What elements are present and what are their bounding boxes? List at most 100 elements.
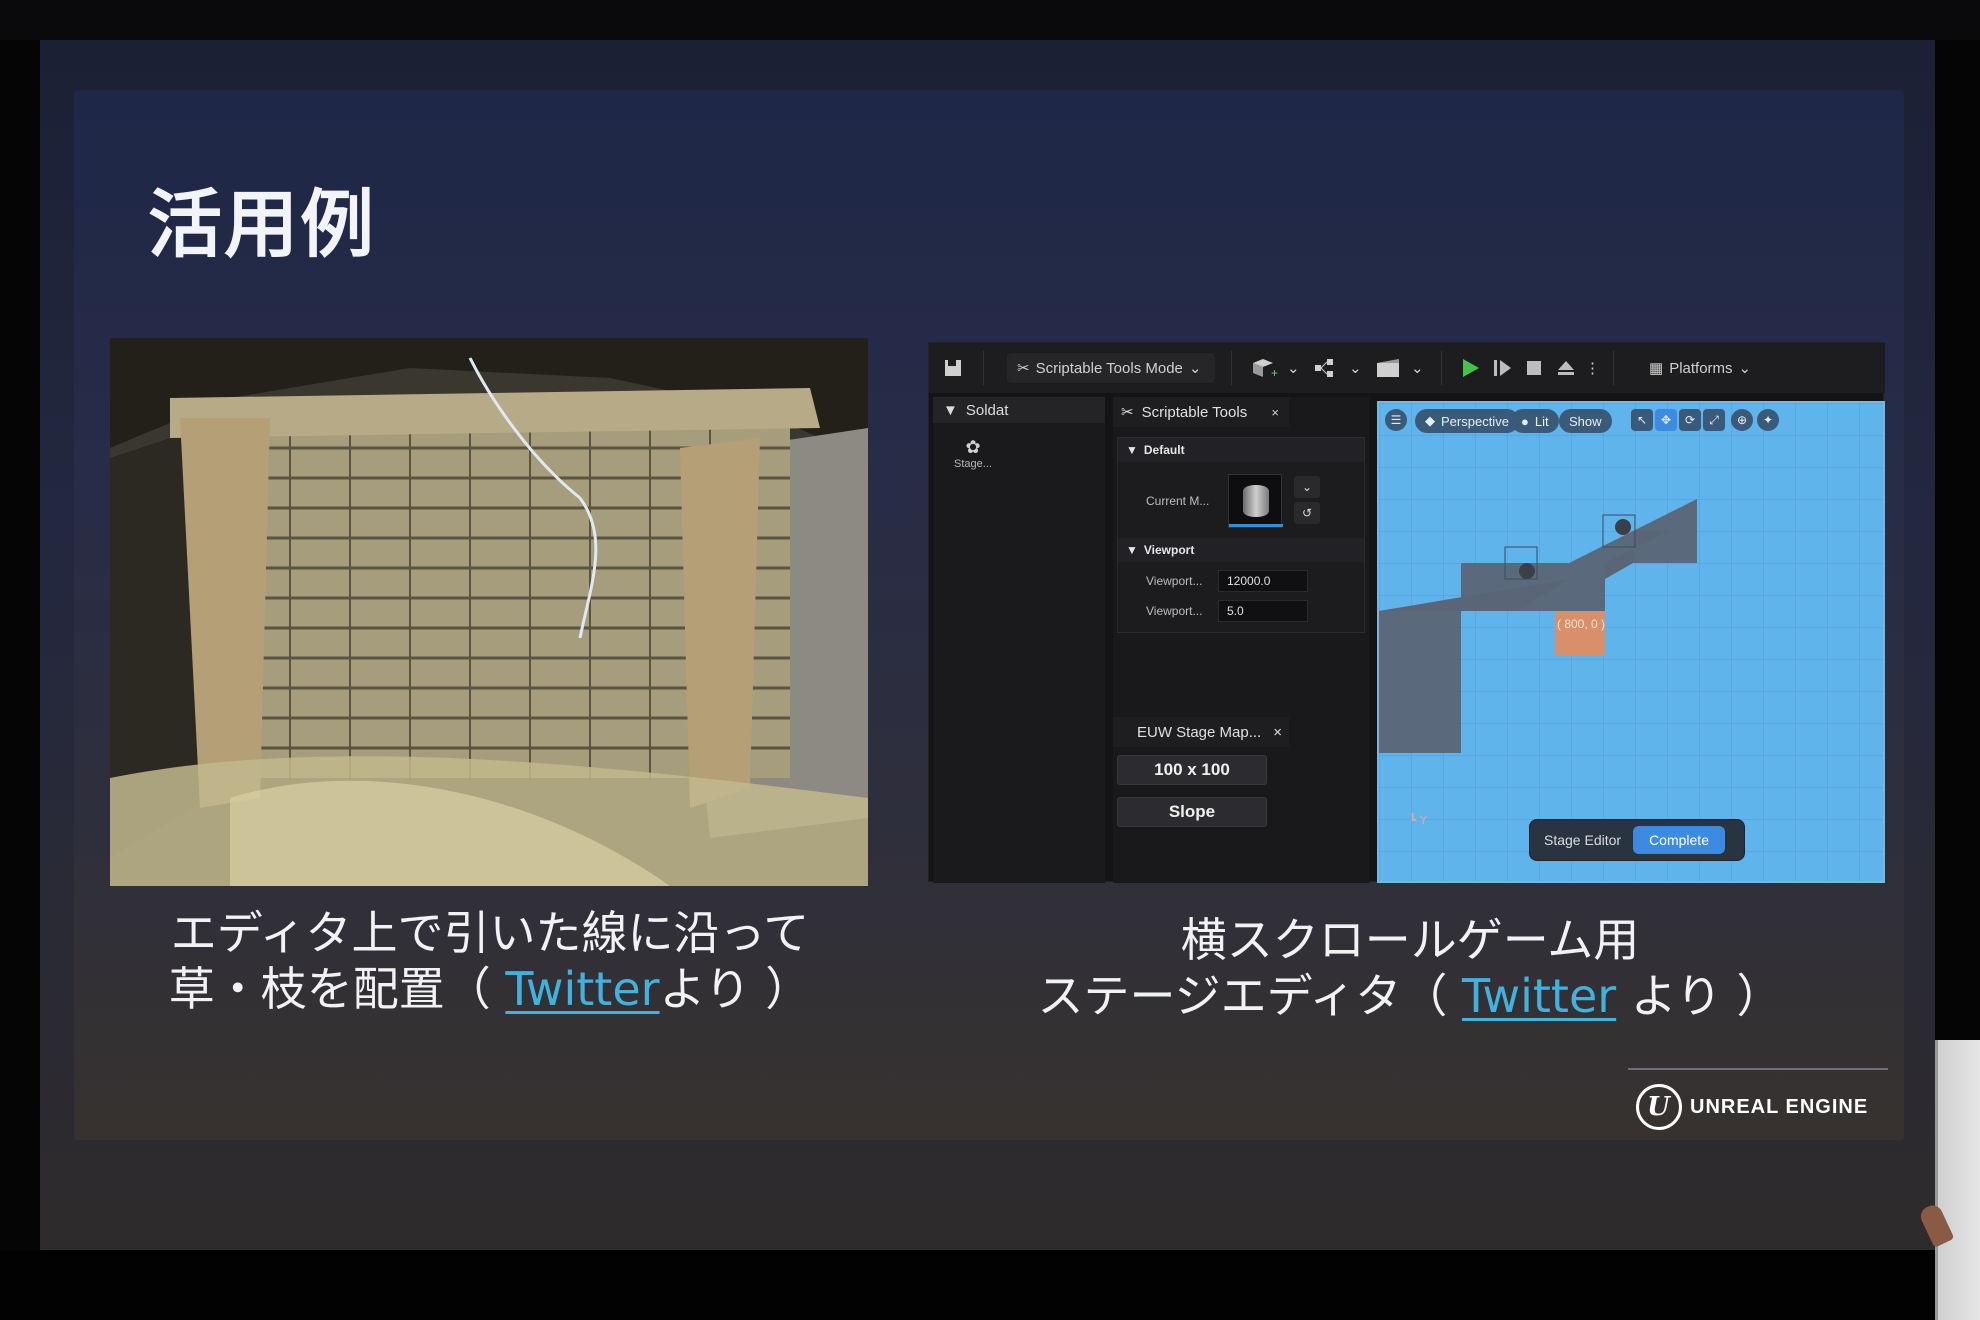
- details-section: ▼ Default Current M... ⌄ ↺ ▼ Viewport Vi…: [1117, 437, 1365, 633]
- axis-icon: ┗: [1409, 813, 1417, 827]
- platforms-button[interactable]: ▦ Platforms ⌄: [1649, 353, 1751, 383]
- eject-icon[interactable]: [1555, 353, 1577, 383]
- more-options-icon[interactable]: ⋮: [1585, 353, 1600, 383]
- stage-item-icon: ✿: [965, 437, 981, 457]
- euw-stage-map-tab[interactable]: EUW Stage Map... ×: [1113, 717, 1289, 747]
- toolbar: ✂ Scriptable Tools Mode ⌄ + ⌄ ⌄ ⌄ ⋮ ▦ Pl…: [929, 343, 1885, 393]
- podium: [1935, 1040, 1980, 1320]
- right-caption: 横スクロールゲーム用 ステージエディタ（ Twitter より ）: [990, 912, 1830, 1024]
- room-ceiling: [0, 0, 1980, 40]
- stage-item[interactable]: ✿ Stage...: [943, 437, 1003, 470]
- level-viewport[interactable]: ☰ ◆ Perspective ● Lit Show ↖ ✥ ⟳ ⤢ ⊕ ✦ (…: [1377, 401, 1885, 883]
- add-actor-icon[interactable]: + ⌄: [1251, 353, 1300, 383]
- stage-floor: [0, 1250, 1980, 1320]
- left-caption-line2: 草・枝を配置（ Twitterより ）: [110, 961, 870, 1017]
- euw-tab-label: EUW Stage Map...: [1137, 723, 1262, 741]
- axis-label: Y: [1419, 813, 1428, 827]
- complete-button[interactable]: Complete: [1633, 826, 1725, 854]
- svg-text:+: +: [1271, 366, 1278, 379]
- right-caption-suffix: より ）: [1616, 969, 1783, 1023]
- left-caption: エディタ上で引いた線に沿って 草・枝を配置（ Twitterより ）: [110, 905, 870, 1017]
- right-caption-prefix: ステージエディタ（: [1037, 969, 1462, 1023]
- stage-grid: [1379, 403, 1883, 881]
- section-default-label: Default: [1143, 443, 1185, 457]
- stage-editor-screenshot: ✂ Scriptable Tools Mode ⌄ + ⌄ ⌄ ⌄ ⋮ ▦ Pl…: [928, 342, 1885, 883]
- lit-icon: ●: [1521, 413, 1529, 429]
- viewport-prop-1-input[interactable]: 12000.0: [1218, 570, 1308, 592]
- stop-icon[interactable]: [1523, 353, 1545, 383]
- snap-icon[interactable]: ✦: [1757, 409, 1779, 431]
- scriptable-tools-tab-label: Scriptable Tools: [1141, 403, 1248, 421]
- section-viewport-label: Viewport: [1143, 543, 1195, 557]
- tools-icon: ✂: [1017, 360, 1030, 377]
- viewport-prop-2-input[interactable]: 5.0: [1218, 600, 1308, 622]
- logo-text: UNREAL ENGINE: [1690, 1095, 1869, 1118]
- viewport-prop-2: Viewport... 5.0: [1118, 600, 1364, 622]
- scriptable-tools-panel: ✂ Scriptable Tools × ▼ Default Current M…: [1113, 397, 1369, 883]
- slide-title: 活用例: [148, 182, 376, 268]
- size-100x100-button[interactable]: 100 x 100: [1117, 755, 1267, 785]
- coordinate-readout: ( 800, 0 ): [1557, 617, 1606, 631]
- left-caption-suffix: より ）: [659, 962, 812, 1016]
- unreal-engine-logo: U UNREAL ENGINE: [1636, 1084, 1868, 1130]
- show-button[interactable]: Show: [1559, 409, 1612, 433]
- axis-gizmo: ┗ Y: [1409, 813, 1427, 827]
- viewport-prop-2-label: Viewport...: [1146, 604, 1203, 618]
- chevron-down-icon: ⌄: [1738, 360, 1752, 377]
- left-caption-prefix: 草・枝を配置（: [168, 962, 506, 1016]
- twitter-link-right[interactable]: Twitter: [1462, 969, 1616, 1023]
- cube-icon: ◆: [1425, 413, 1435, 428]
- show-label: Show: [1569, 413, 1602, 429]
- stage-item-label: Stage...: [954, 458, 992, 470]
- close-icon[interactable]: ×: [1273, 724, 1282, 741]
- world-icon[interactable]: ⊕: [1731, 409, 1753, 431]
- left-caption-line1: エディタ上で引いた線に沿って: [170, 906, 810, 960]
- select-tool-icon[interactable]: ↖: [1631, 409, 1653, 431]
- tools-icon: ✂: [1121, 404, 1134, 421]
- menu-icon[interactable]: ☰: [1385, 409, 1407, 431]
- lit-label: Lit: [1534, 413, 1549, 429]
- toolbar-separator: [983, 351, 984, 385]
- chevron-down-icon: ⌄: [1188, 360, 1202, 377]
- play-icon[interactable]: [1459, 353, 1481, 383]
- brick-wall-photo: [110, 338, 868, 886]
- mesh-thumbnail[interactable]: [1228, 474, 1283, 528]
- outliner-panel: ▼ Soldat ✿ Stage...: [933, 397, 1105, 883]
- section-viewport-header[interactable]: ▼ Viewport: [1118, 538, 1364, 562]
- cinematics-icon[interactable]: ⌄: [1375, 353, 1424, 383]
- outliner-tab[interactable]: ▼ Soldat: [933, 397, 1105, 423]
- stage-editor-bar: Stage Editor Complete: [1529, 819, 1745, 861]
- scriptable-tools-mode-button[interactable]: ✂ Scriptable Tools Mode ⌄: [1007, 353, 1215, 383]
- save-icon[interactable]: [943, 353, 963, 383]
- chevron-down-icon[interactable]: ⌄: [1294, 476, 1320, 498]
- viewport-prop-1: Viewport... 12000.0: [1118, 570, 1364, 592]
- outliner-tab-label: Soldat: [965, 401, 1009, 419]
- blueprint-icon[interactable]: ⌄: [1313, 353, 1362, 383]
- perspective-button[interactable]: ◆ Perspective: [1415, 409, 1519, 433]
- close-icon[interactable]: ×: [1271, 405, 1279, 420]
- slope-button[interactable]: Slope: [1117, 797, 1267, 827]
- right-caption-line2: ステージエディタ（ Twitter より ）: [990, 968, 1830, 1024]
- twitter-link-left[interactable]: Twitter: [505, 962, 659, 1016]
- step-icon[interactable]: [1491, 353, 1513, 383]
- right-caption-line1: 横スクロールゲーム用: [1180, 913, 1640, 967]
- mode-label: Scriptable Tools Mode: [1035, 359, 1183, 377]
- toolbar-separator: [1441, 351, 1442, 385]
- collapse-triangle-icon: ▼: [1126, 443, 1138, 457]
- reset-arrow-icon[interactable]: ↺: [1294, 502, 1320, 524]
- scale-tool-icon[interactable]: ⤢: [1703, 409, 1725, 431]
- collapse-triangle-icon: ▼: [1126, 543, 1138, 557]
- lit-button[interactable]: ● Lit: [1511, 409, 1559, 433]
- current-mesh-label: Current M...: [1146, 494, 1210, 508]
- perspective-label: Perspective: [1441, 413, 1509, 429]
- cylinder-icon: [1243, 485, 1269, 517]
- move-tool-icon[interactable]: ✥: [1655, 409, 1677, 431]
- toolbar-separator: [1231, 351, 1232, 385]
- section-default-header[interactable]: ▼ Default: [1118, 438, 1364, 462]
- stage-editor-label: Stage Editor: [1544, 832, 1622, 848]
- toolbar-separator: [1613, 351, 1614, 385]
- rotate-tool-icon[interactable]: ⟳: [1679, 409, 1701, 431]
- logo-divider: [1628, 1068, 1888, 1070]
- scriptable-tools-tab[interactable]: ✂ Scriptable Tools ×: [1113, 397, 1289, 427]
- platforms-label: Platforms: [1669, 359, 1733, 377]
